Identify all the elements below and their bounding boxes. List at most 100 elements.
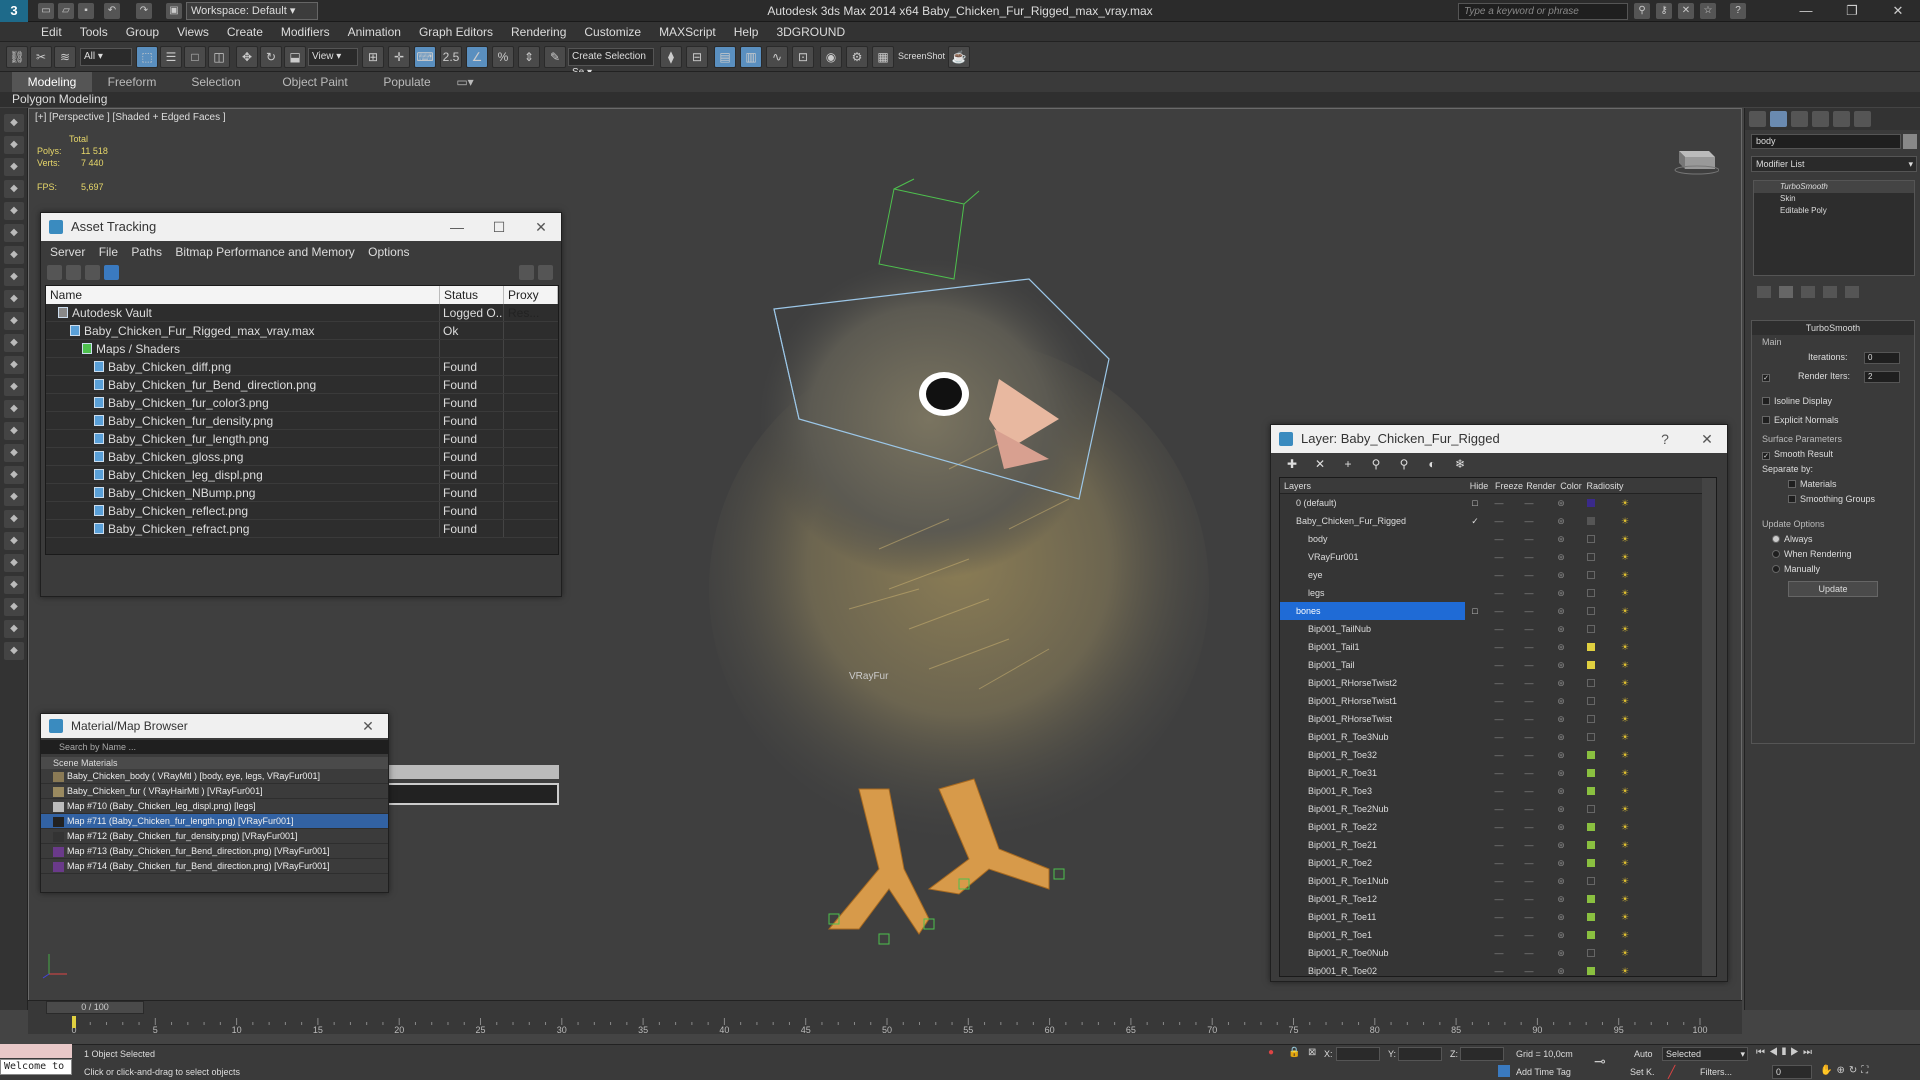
material-item[interactable]: Map #713 (Baby_Chicken_fur_Bend_directio… <box>41 844 388 859</box>
open-file-icon[interactable]: ▱ <box>58 3 74 19</box>
isolate-selection-icon[interactable]: ● <box>1268 1047 1280 1061</box>
reference-coordinate-dropdown[interactable]: View ▾ <box>308 48 358 66</box>
viewcube-icon[interactable] <box>1669 139 1719 175</box>
layer-color-swatch[interactable] <box>1577 890 1605 908</box>
stack-item-skin[interactable]: Skin <box>1754 193 1914 205</box>
freeze-toggle[interactable]: — <box>1513 566 1545 584</box>
layer-row[interactable]: Bip001_R_Toe1— — ⊛ ☀ <box>1280 926 1716 944</box>
box-icon[interactable]: ◆ <box>4 290 24 308</box>
layer-row[interactable]: Bip001_R_Toe0Nub — — ⊛ ☀ <box>1280 944 1716 962</box>
set-key-icon[interactable]: ╱ <box>1668 1065 1682 1079</box>
menu-maxscript[interactable]: MAXScript <box>650 22 725 42</box>
layer-name[interactable]: Bip001_R_Toe02 <box>1280 962 1465 976</box>
material-browser-titlebar[interactable]: Material/Map Browser ✕ <box>41 714 388 738</box>
layer-row[interactable]: bones □ — — ⊛ ☀ <box>1280 602 1716 620</box>
layer-name[interactable]: Bip001_RHorseTwist <box>1280 710 1465 728</box>
make-unique-icon[interactable] <box>1801 286 1815 298</box>
freeze-toggle[interactable]: — <box>1513 764 1545 782</box>
torus-icon[interactable]: ◆ <box>4 334 24 352</box>
close-icon[interactable]: ✕ <box>521 213 561 241</box>
exchange-icon[interactable]: ✕ <box>1678 3 1694 19</box>
freeze-toggle[interactable]: — <box>1513 638 1545 656</box>
menu-server[interactable]: Server <box>50 245 85 259</box>
layer-row[interactable]: Bip001_R_Toe2— — ⊛ ☀ <box>1280 854 1716 872</box>
freeze-toggle[interactable]: — <box>1513 890 1545 908</box>
layer-row[interactable]: Bip001_R_Toe3Nub — — ⊛ ☀ <box>1280 728 1716 746</box>
render-toggle[interactable]: ⊛ <box>1545 728 1577 746</box>
maximize-icon[interactable]: ☐ <box>479 213 519 241</box>
layer-name[interactable]: Bip001_R_Toe32 <box>1280 746 1465 764</box>
asset-row[interactable]: Baby_Chicken_fur_length.png Found <box>46 430 558 448</box>
hide-toggle[interactable]: — <box>1485 566 1513 584</box>
asset-row[interactable]: Autodesk Vault Logged O... <box>46 304 558 322</box>
render-toggle[interactable]: ⊛ <box>1545 674 1577 692</box>
layer-row[interactable]: body — — ⊛ ☀ <box>1280 530 1716 548</box>
freeze-toggle[interactable]: — <box>1513 530 1545 548</box>
render-toggle[interactable]: ⊛ <box>1545 854 1577 872</box>
y-coordinate-field[interactable] <box>1398 1047 1442 1061</box>
radiosity-icon[interactable]: ☀ <box>1605 854 1645 872</box>
active-layer-icon[interactable] <box>1465 530 1485 548</box>
help-icon[interactable]: ? <box>1730 3 1746 19</box>
menu-views[interactable]: Views <box>168 22 218 42</box>
col-layers[interactable]: Layers <box>1280 478 1465 493</box>
hide-toggle[interactable]: — <box>1485 674 1513 692</box>
layer-color-swatch[interactable] <box>1577 800 1605 818</box>
material-editor-icon[interactable]: ◉ <box>820 46 842 68</box>
render-toggle[interactable]: ⊛ <box>1545 512 1577 530</box>
freeze-all-icon[interactable]: ❄ <box>1453 457 1467 471</box>
radiosity-icon[interactable]: ☀ <box>1605 710 1645 728</box>
layer-color-swatch[interactable] <box>1577 908 1605 926</box>
freeze-toggle[interactable]: — <box>1513 782 1545 800</box>
render-toggle[interactable]: ⊛ <box>1545 620 1577 638</box>
configure-sets-icon[interactable] <box>1845 286 1859 298</box>
layer-name[interactable]: Bip001_Tail1 <box>1280 638 1465 656</box>
render-toggle[interactable]: ⊛ <box>1545 800 1577 818</box>
layer-row[interactable]: Bip001_R_Toe31— — ⊛ ☀ <box>1280 764 1716 782</box>
radiosity-icon[interactable]: ☀ <box>1605 728 1645 746</box>
active-layer-icon[interactable] <box>1465 836 1485 854</box>
hide-toggle[interactable]: — <box>1485 548 1513 566</box>
hierarchy-tab-icon[interactable] <box>1791 111 1808 127</box>
render-toggle[interactable]: ⊛ <box>1545 926 1577 944</box>
menu-paths[interactable]: Paths <box>131 245 162 259</box>
create-geometry-icon[interactable]: ◆ <box>4 114 24 132</box>
turbosmooth-rollout-header[interactable]: TurboSmooth <box>1752 321 1914 335</box>
render-toggle[interactable]: ⊛ <box>1545 692 1577 710</box>
radiosity-icon[interactable]: ☀ <box>1605 548 1645 566</box>
info-icon[interactable]: ◆ <box>4 642 24 660</box>
radiosity-icon[interactable]: ☀ <box>1605 926 1645 944</box>
utilities-tab-icon[interactable] <box>1854 111 1871 127</box>
menu-options[interactable]: Options <box>368 245 409 259</box>
binoculars-icon[interactable]: ⚲ <box>1634 3 1650 19</box>
layer-name[interactable]: Bip001_R_Toe22 <box>1280 818 1465 836</box>
freeze-toggle[interactable]: — <box>1513 872 1545 890</box>
layer-vertical-scrollbar[interactable] <box>1702 478 1716 976</box>
layer-name[interactable]: bones <box>1280 602 1465 620</box>
always-radio[interactable] <box>1772 535 1780 543</box>
unlink-icon[interactable]: ✂ <box>30 46 52 68</box>
active-layer-icon[interactable] <box>1465 566 1485 584</box>
col-hide[interactable]: Hide <box>1465 478 1493 493</box>
layer-row[interactable]: Bip001_TailNub — — ⊛ ☀ <box>1280 620 1716 638</box>
hide-toggle[interactable]: — <box>1485 872 1513 890</box>
auto-key-button[interactable]: Auto <box>1634 1049 1653 1059</box>
layer-row[interactable]: Bip001_RHorseTwist — — ⊛ ☀ <box>1280 710 1716 728</box>
minimize-icon[interactable]: — <box>437 213 477 241</box>
render-iters-checkbox[interactable]: ✓ <box>1762 374 1770 382</box>
when-rendering-radio[interactable] <box>1772 550 1780 558</box>
hide-toggle[interactable]: — <box>1485 926 1513 944</box>
select-and-rotate-icon[interactable]: ↻ <box>260 46 282 68</box>
track-bar[interactable]: 0 5 10 15 20 25 30 35 40 45 50 55 60 65 70 75 80 85 90 95 10… <box>70 1016 1740 1034</box>
render-toggle[interactable]: ⊛ <box>1545 710 1577 728</box>
help-icon[interactable]: ? <box>1645 425 1685 453</box>
hide-toggle[interactable]: — <box>1485 692 1513 710</box>
close-icon[interactable]: ✕ <box>348 714 388 738</box>
layer-name[interactable]: VRayFur001 <box>1280 548 1465 566</box>
freeze-toggle[interactable]: — <box>1513 800 1545 818</box>
render-toggle[interactable]: ⊛ <box>1545 530 1577 548</box>
sphere-gizmo-icon[interactable]: ◆ <box>4 576 24 594</box>
layer-row[interactable]: Bip001_Tail — — ⊛ ☀ <box>1280 656 1716 674</box>
create-tab-icon[interactable] <box>1749 111 1766 127</box>
radiosity-icon[interactable]: ☀ <box>1605 872 1645 890</box>
